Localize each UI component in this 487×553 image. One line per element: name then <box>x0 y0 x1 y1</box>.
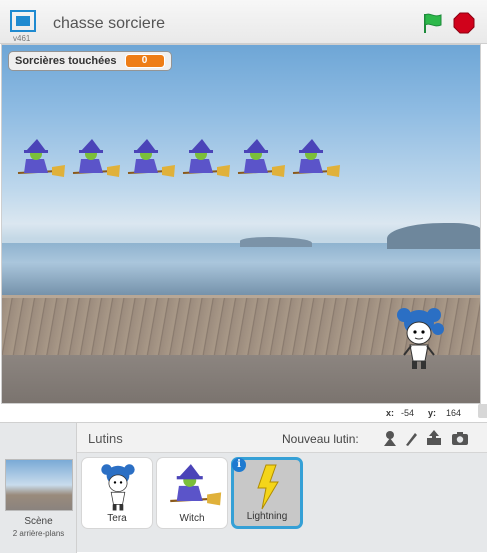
sea-backdrop <box>2 243 480 299</box>
sprites-header: Lutins Nouveau lutin: <box>77 423 487 453</box>
sprite-name: Lightning <box>246 511 288 522</box>
version-label: v461 <box>13 34 31 43</box>
tera-thumbnail-icon <box>101 464 135 511</box>
island-backdrop <box>387 223 480 249</box>
choose-sprite-library-icon[interactable] <box>381 429 399 447</box>
y-label: y: <box>428 408 437 418</box>
title-bar: v461 chasse sorciere <box>0 0 487 44</box>
witch-sprite[interactable] <box>177 137 231 185</box>
x-label: x: <box>386 408 395 418</box>
sprite-tile-tera[interactable]: Tera <box>81 457 153 529</box>
mouse-coordinates: x: -54 y: 164 <box>0 404 487 422</box>
witch-thumbnail-icon <box>170 464 222 506</box>
witch-sprite[interactable] <box>287 137 341 185</box>
y-value: 164 <box>446 408 462 418</box>
scene-column[interactable]: Scène 2 arrière-plans <box>0 423 77 553</box>
witch-sprite[interactable] <box>232 137 286 185</box>
scene-thumbnail[interactable] <box>5 459 73 511</box>
project-title-field[interactable]: chasse sorciere <box>45 12 345 36</box>
variable-monitor[interactable]: Sorcières touchées 0 <box>8 51 172 71</box>
island-backdrop <box>240 237 312 247</box>
fullscreen-icon[interactable] <box>10 10 36 32</box>
monitor-value: 0 <box>124 54 165 68</box>
stage[interactable]: Sorcières touchées 0 <box>1 44 481 404</box>
sprite-tile-lightning[interactable]: i Lightning <box>231 457 303 529</box>
sprites-title: Lutins <box>88 431 123 446</box>
sprite-name: Witch <box>179 513 205 524</box>
monitor-label: Sorcières touchées <box>15 55 117 67</box>
info-icon[interactable]: i <box>232 458 246 472</box>
sprite-panel: Scène 2 arrière-plans Lutins Nouveau lut… <box>0 422 487 553</box>
tera-sprite[interactable] <box>394 305 444 371</box>
stop-icon[interactable] <box>453 12 475 34</box>
scene-label: Scène <box>24 516 53 527</box>
x-value: -54 <box>401 408 415 418</box>
witch-sprite[interactable] <box>12 137 66 185</box>
witch-sprite[interactable] <box>122 137 176 185</box>
upload-icon[interactable] <box>425 429 443 447</box>
witch-sprite[interactable] <box>67 137 121 185</box>
sprite-tile-witch[interactable]: Witch <box>156 457 228 529</box>
new-sprite-label: Nouveau lutin: <box>282 432 359 446</box>
sprite-name: Tera <box>107 513 127 524</box>
collapse-arrow-icon[interactable] <box>478 404 487 418</box>
camera-icon[interactable] <box>451 429 469 447</box>
green-flag-icon[interactable] <box>421 12 443 34</box>
paint-brush-icon[interactable] <box>403 429 421 447</box>
backdrop-count: 2 arrière-plans <box>12 529 65 538</box>
lightning-thumbnail-icon <box>257 464 279 510</box>
